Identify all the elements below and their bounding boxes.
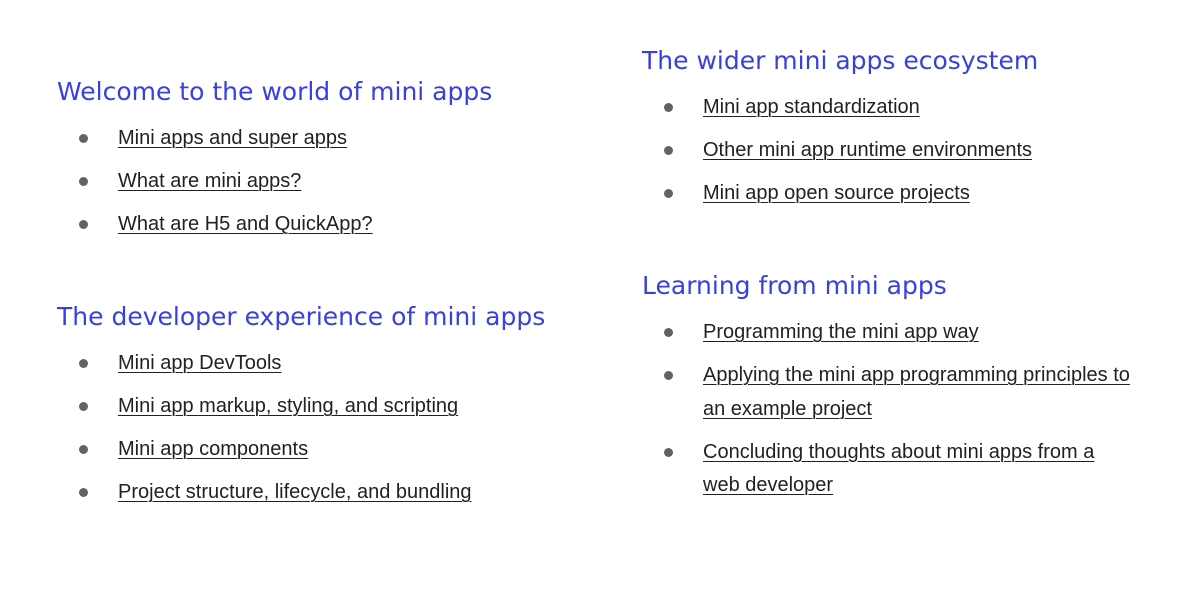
bullet-icon: [79, 134, 88, 143]
link-project-structure[interactable]: Project structure, lifecycle, and bundli…: [118, 481, 472, 503]
section-welcome: Welcome to the world of mini apps Mini a…: [57, 72, 597, 251]
section-title-developer: The developer experience of mini apps: [57, 302, 546, 331]
link-applying-principles[interactable]: Applying the mini app programming princi…: [703, 364, 1130, 420]
link-mini-apps-and-super-apps[interactable]: Mini apps and super apps: [118, 127, 347, 149]
link-list-developer: Mini app DevTools Mini app markup, styli…: [57, 347, 597, 510]
link-markup-styling-scripting[interactable]: Mini app markup, styling, and scripting: [118, 395, 458, 417]
bullet-icon: [664, 146, 673, 155]
section-developer: The developer experience of mini apps Mi…: [57, 297, 597, 519]
bullet-icon: [79, 220, 88, 229]
section-learning: Learning from mini apps Programming the …: [642, 266, 1182, 512]
list-item: Concluding thoughts about mini apps from…: [642, 436, 1133, 503]
list-item: Other mini app runtime environments: [642, 134, 1182, 168]
section-title-learning: Learning from mini apps: [642, 271, 947, 300]
list-item: Mini app components: [57, 433, 597, 467]
link-mini-app-components[interactable]: Mini app components: [118, 438, 308, 460]
link-list-welcome: Mini apps and super apps What are mini a…: [57, 122, 597, 242]
section-ecosystem: The wider mini apps ecosystem Mini app s…: [642, 41, 1182, 220]
bullet-icon: [664, 447, 673, 457]
list-item: Mini app open source projects: [642, 177, 1182, 211]
link-concluding-thoughts[interactable]: Concluding thoughts about mini apps from…: [703, 441, 1094, 497]
bullet-icon: [664, 189, 673, 198]
list-item: Programming the mini app way: [642, 316, 1182, 350]
bullet-icon: [664, 103, 673, 112]
list-item: Applying the mini app programming princi…: [642, 359, 1133, 426]
link-programming-the-mini-app-way[interactable]: Programming the mini app way: [703, 321, 979, 343]
link-runtime-environments[interactable]: Other mini app runtime environments: [703, 139, 1032, 161]
bullet-icon: [79, 359, 88, 368]
list-item: What are H5 and QuickApp?: [57, 208, 597, 242]
link-mini-app-standardization[interactable]: Mini app standardization: [703, 96, 920, 118]
section-title-welcome: Welcome to the world of mini apps: [57, 77, 493, 106]
bullet-icon: [79, 402, 88, 411]
link-what-are-mini-apps[interactable]: What are mini apps?: [118, 170, 301, 192]
bullet-icon: [79, 177, 88, 186]
link-open-source-projects[interactable]: Mini app open source projects: [703, 182, 970, 204]
link-what-are-h5-and-quickapp[interactable]: What are H5 and QuickApp?: [118, 213, 373, 235]
bullet-icon: [664, 328, 673, 337]
list-item: Project structure, lifecycle, and bundli…: [57, 476, 597, 510]
bullet-icon: [79, 445, 88, 454]
bullet-icon: [79, 488, 88, 497]
list-item: Mini apps and super apps: [57, 122, 597, 156]
link-list-ecosystem: Mini app standardization Other mini app …: [642, 91, 1182, 211]
list-item: What are mini apps?: [57, 165, 597, 199]
list-item: Mini app standardization: [642, 91, 1182, 125]
section-title-ecosystem: The wider mini apps ecosystem: [642, 46, 1039, 75]
link-mini-app-devtools[interactable]: Mini app DevTools: [118, 352, 281, 374]
list-item: Mini app DevTools: [57, 347, 597, 381]
link-list-learning: Programming the mini app way Applying th…: [642, 316, 1182, 503]
bullet-icon: [664, 371, 673, 380]
list-item: Mini app markup, styling, and scripting: [57, 390, 597, 424]
